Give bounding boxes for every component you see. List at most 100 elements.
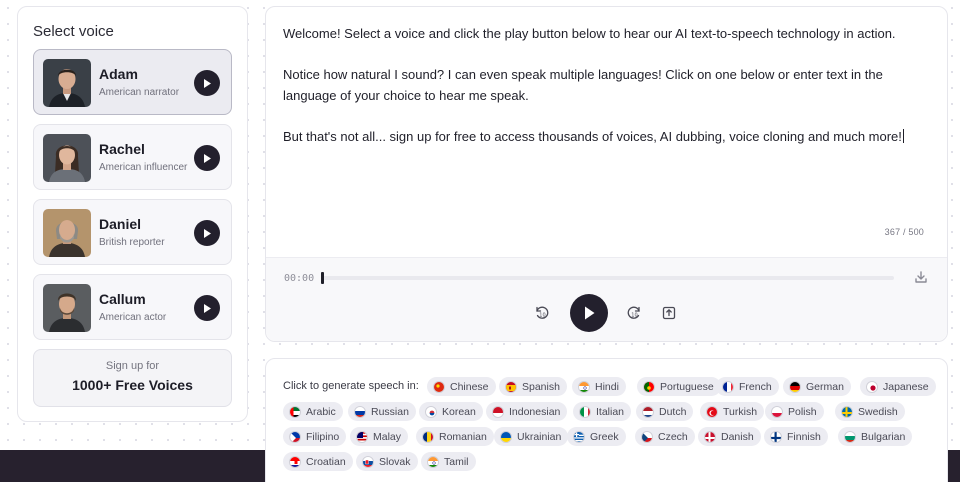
progress-track[interactable] bbox=[321, 272, 894, 284]
voice-play-button[interactable] bbox=[194, 295, 220, 321]
cz-flag-icon bbox=[641, 430, 653, 443]
voice-play-button[interactable] bbox=[194, 70, 220, 96]
language-chip-malay[interactable]: Malay bbox=[350, 427, 409, 446]
forward-10-button[interactable]: 10 bbox=[624, 303, 644, 323]
download-button[interactable] bbox=[911, 267, 931, 287]
language-chip-label: Indonesian bbox=[509, 405, 561, 418]
language-chip-french[interactable]: French bbox=[716, 377, 779, 396]
language-chip-russian[interactable]: Russian bbox=[348, 402, 416, 421]
language-chip-label: French bbox=[739, 380, 772, 393]
ae-flag-icon bbox=[289, 405, 301, 418]
language-chip-romanian[interactable]: Romanian bbox=[416, 427, 494, 446]
play-icon bbox=[204, 78, 211, 88]
language-chip-japanese[interactable]: Japanese bbox=[860, 377, 936, 396]
voice-name: Daniel bbox=[99, 216, 142, 232]
language-chip-turkish[interactable]: Turkish bbox=[700, 402, 765, 421]
text-editor-panel: Welcome! Select a voice and click the pl… bbox=[265, 6, 948, 342]
language-chip-label: Romanian bbox=[439, 430, 487, 443]
language-chip-label: Bulgarian bbox=[861, 430, 906, 443]
voice-play-button[interactable] bbox=[194, 220, 220, 246]
text-input[interactable]: Welcome! Select a voice and click the pl… bbox=[283, 23, 933, 147]
share-icon bbox=[662, 306, 676, 320]
language-chip-tamil[interactable]: Tamil bbox=[421, 452, 476, 471]
signup-button[interactable]: Sign up for 1000+ Free Voices bbox=[33, 349, 232, 407]
language-chip-label: Ukrainian bbox=[517, 430, 562, 443]
main-play-button[interactable] bbox=[570, 294, 608, 332]
language-chip-greek[interactable]: Greek bbox=[567, 427, 626, 446]
ph-flag-icon bbox=[289, 430, 301, 443]
jp-flag-icon bbox=[866, 380, 878, 393]
language-chip-polish[interactable]: Polish bbox=[765, 402, 824, 421]
dk-flag-icon bbox=[704, 430, 716, 443]
text-paragraph: Welcome! Select a voice and click the pl… bbox=[283, 26, 896, 41]
progress-handle[interactable] bbox=[321, 272, 324, 284]
language-chip-czech[interactable]: Czech bbox=[635, 427, 695, 446]
language-chip-finnish[interactable]: Finnish bbox=[764, 427, 828, 446]
language-chip-arabic[interactable]: Arabic bbox=[283, 402, 343, 421]
language-intro: Click to generate speech in: bbox=[283, 380, 419, 392]
my-flag-icon bbox=[356, 430, 368, 443]
signup-title: 1000+ Free Voices bbox=[72, 377, 193, 393]
fi-flag-icon bbox=[770, 430, 782, 443]
ua-flag-icon bbox=[500, 430, 512, 443]
language-chip-hindi[interactable]: Hindi bbox=[572, 377, 626, 396]
language-chip-croatian[interactable]: Croatian bbox=[283, 452, 353, 471]
language-chip-spanish[interactable]: Spanish bbox=[499, 377, 567, 396]
language-chip-label: Czech bbox=[658, 430, 688, 443]
language-chip-label: Dutch bbox=[659, 405, 687, 418]
in-flag-icon bbox=[578, 380, 590, 393]
language-chip-label: Italian bbox=[596, 405, 625, 418]
text-caret bbox=[902, 129, 904, 143]
language-chip-label: Chinese bbox=[450, 380, 489, 393]
time-label: 00:00 bbox=[284, 273, 315, 284]
play-icon bbox=[204, 153, 211, 163]
voice-name: Rachel bbox=[99, 141, 145, 157]
share-button[interactable] bbox=[659, 303, 679, 323]
voice-description: American narrator bbox=[99, 87, 180, 98]
avatar bbox=[43, 284, 91, 332]
rewind-10-button[interactable]: 10 bbox=[532, 303, 552, 323]
language-chip-swedish[interactable]: Swedish bbox=[835, 402, 905, 421]
signup-subtitle: Sign up for bbox=[105, 360, 160, 372]
cn-flag-icon bbox=[433, 380, 445, 393]
bg-flag-icon bbox=[844, 430, 856, 443]
kr-flag-icon bbox=[425, 405, 437, 418]
language-chip-bulgarian[interactable]: Bulgarian bbox=[838, 427, 913, 446]
forward-10-icon: 10 bbox=[627, 306, 640, 319]
language-chip-filipino[interactable]: Filipino bbox=[283, 427, 347, 446]
language-chip-label: Croatian bbox=[306, 455, 346, 468]
language-chip-italian[interactable]: Italian bbox=[573, 402, 632, 421]
id-flag-icon bbox=[492, 405, 504, 418]
pl-flag-icon bbox=[771, 405, 783, 418]
language-chip-korean[interactable]: Korean bbox=[419, 402, 483, 421]
language-chip-label: Arabic bbox=[306, 405, 336, 418]
language-chip-dutch[interactable]: Dutch bbox=[636, 402, 694, 421]
language-chip-label: German bbox=[806, 380, 844, 393]
language-chip-label: Japanese bbox=[883, 380, 929, 393]
language-chip-label: Malay bbox=[373, 430, 402, 443]
language-chip-danish[interactable]: Danish bbox=[698, 427, 761, 446]
text-paragraph: Notice how natural I sound? I can even s… bbox=[283, 67, 883, 103]
voice-play-button[interactable] bbox=[194, 145, 220, 171]
language-chip-chinese[interactable]: Chinese bbox=[427, 377, 496, 396]
character-counter: 367 / 500 bbox=[884, 227, 924, 237]
ro-flag-icon bbox=[422, 430, 434, 443]
play-icon bbox=[204, 303, 211, 313]
language-chip-ukrainian[interactable]: Ukrainian bbox=[494, 427, 569, 446]
voice-card-callum[interactable]: Callum American actor bbox=[33, 274, 232, 340]
voice-card-daniel[interactable]: Daniel British reporter bbox=[33, 199, 232, 265]
language-chip-label: Spanish bbox=[522, 380, 560, 393]
es-flag-icon bbox=[505, 380, 517, 393]
language-chip-label: Tamil bbox=[444, 455, 469, 468]
language-chip-german[interactable]: German bbox=[783, 377, 851, 396]
voice-card-rachel[interactable]: Rachel American influencer bbox=[33, 124, 232, 190]
language-chip-label: Finnish bbox=[787, 430, 821, 443]
language-chip-slovak[interactable]: Slovak bbox=[356, 452, 418, 471]
voice-description: British reporter bbox=[99, 237, 165, 248]
language-chip-indonesian[interactable]: Indonesian bbox=[486, 402, 568, 421]
svg-text:10: 10 bbox=[631, 313, 637, 319]
language-chip-portuguese[interactable]: Portuguese bbox=[637, 377, 721, 396]
download-icon bbox=[915, 271, 927, 283]
voice-card-adam[interactable]: Adam American narrator bbox=[33, 49, 232, 115]
voice-panel-title: Select voice bbox=[33, 23, 114, 40]
